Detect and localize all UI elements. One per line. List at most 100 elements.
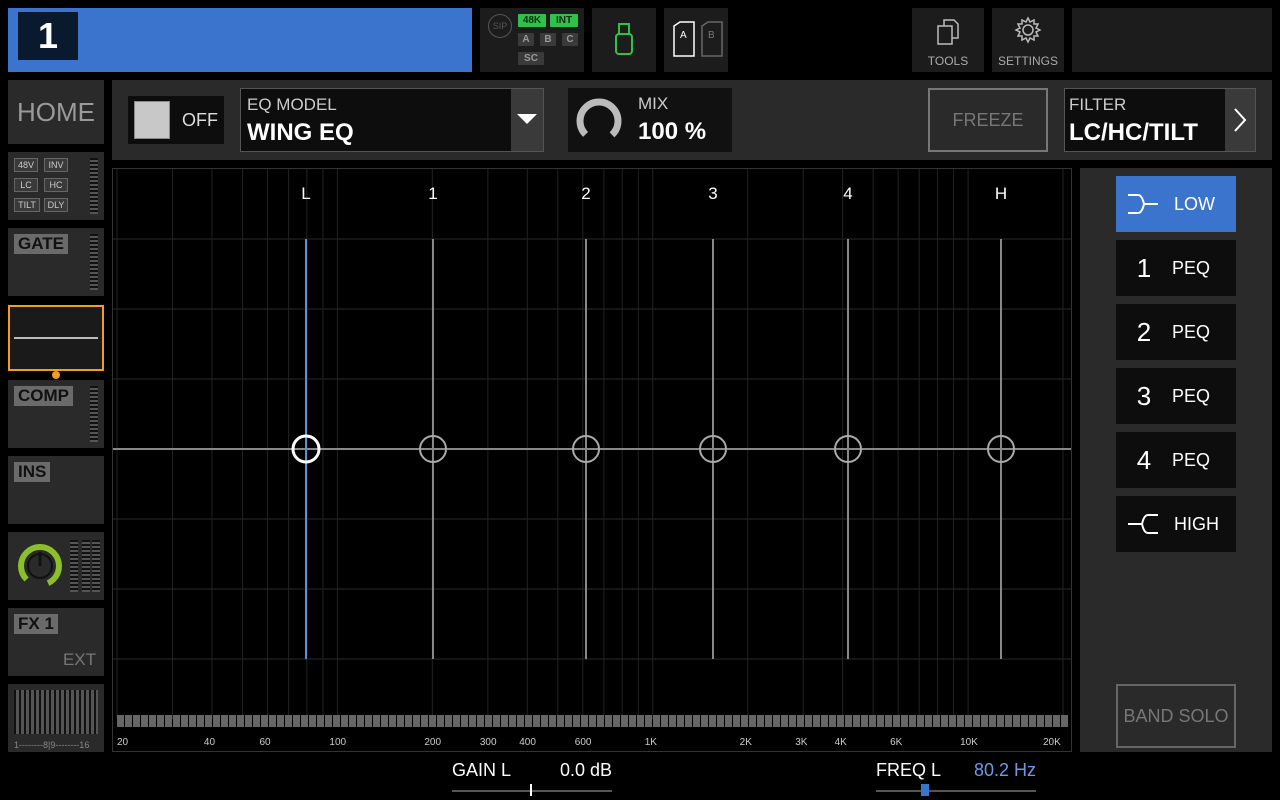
gate-block[interactable]: GATE — [8, 228, 104, 296]
eq-block[interactable] — [8, 305, 104, 371]
keyboard-key — [333, 715, 340, 727]
keyboard-key — [781, 715, 788, 727]
keyboard-key — [493, 715, 500, 727]
keyboard-key — [477, 715, 484, 727]
tools-button[interactable]: TOOLS — [912, 8, 984, 72]
keyboard-key — [413, 715, 420, 727]
high-shelf-icon — [1128, 514, 1158, 534]
filter-value: LC/HC/TILT — [1069, 119, 1198, 146]
keyboard-key — [357, 715, 364, 727]
keyboard-key — [933, 715, 940, 727]
freq-tick-label: 2K — [740, 737, 753, 748]
band-solo-button[interactable]: BAND SOLO — [1116, 684, 1236, 748]
comp-meter — [90, 386, 98, 442]
level-knob-icon — [18, 544, 62, 588]
eq-graph[interactable]: 20 40 60 100 200 300 400 600 1K 2K 3K 4K 6K 10K 20K L 1 2… — [112, 168, 1072, 752]
keyboard-key — [1021, 715, 1028, 727]
band-3-number: 3 — [1136, 380, 1152, 411]
card-slot-button[interactable]: A B — [664, 8, 728, 72]
keyboard-key — [861, 715, 868, 727]
keyboard-key — [773, 715, 780, 727]
filter-next-button[interactable] — [1225, 89, 1255, 151]
freeze-button[interactable]: FREEZE — [928, 88, 1048, 152]
bus-sends-block[interactable]: 1--------8|9--------16 — [8, 684, 104, 752]
keyboard-key — [965, 715, 972, 727]
keyboard-key — [309, 715, 316, 727]
settings-button[interactable]: SETTINGS — [992, 8, 1064, 72]
band-high-button[interactable]: HIGH — [1116, 496, 1236, 552]
fx-label: FX 1 — [14, 614, 58, 634]
gain-slider-thumb[interactable] — [530, 784, 532, 796]
gate-label: GATE — [14, 234, 68, 254]
keyboard-key — [541, 715, 548, 727]
home-button[interactable]: HOME — [8, 80, 104, 144]
freq-tick-label: 40 — [204, 737, 216, 748]
keyboard-key — [301, 715, 308, 727]
bus-meters — [14, 690, 98, 734]
preamp-block[interactable]: 48V INV LC HC TILT DLY — [8, 152, 104, 220]
freq-tick-label: 200 — [424, 737, 441, 748]
keyboard-key — [1061, 715, 1068, 727]
band-1-button[interactable]: 1 PEQ — [1116, 240, 1236, 296]
keyboard-key — [173, 715, 180, 727]
keyboard-key — [205, 715, 212, 727]
freq-slider-track[interactable] — [876, 790, 1036, 792]
mix-control[interactable]: MIX 100 % — [568, 88, 732, 152]
keyboard-key — [293, 715, 300, 727]
filter-select[interactable]: FILTER LC/HC/TILT — [1064, 88, 1256, 152]
keyboard-key — [469, 715, 476, 727]
eq-graph-canvas[interactable]: 20 40 60 100 200 300 400 600 1K 2K 3K 4K 6K 10K 20K L 1 2… — [113, 169, 1071, 751]
keyboard-key — [221, 715, 228, 727]
gain-value: 0.0 dB — [559, 760, 612, 780]
keyboard-key — [1053, 715, 1060, 727]
keyboard-key — [197, 715, 204, 727]
keyboard-key — [165, 715, 172, 727]
keyboard-key — [533, 715, 540, 727]
input-meter — [90, 158, 98, 214]
band-3-type: PEQ — [1172, 385, 1211, 406]
keyboard-key — [837, 715, 844, 727]
keyboard-key — [589, 715, 596, 727]
gain-label: GAIN L — [452, 760, 512, 780]
band-3-button[interactable]: 3 PEQ — [1116, 368, 1236, 424]
keyboard-key — [373, 715, 380, 727]
sip-status-panel[interactable]: SIP 48K INT A B C SC — [480, 8, 584, 72]
insert-block[interactable]: INS — [8, 456, 104, 524]
keyboard-key — [125, 715, 132, 727]
keyboard-key — [909, 715, 916, 727]
keyboard-key — [285, 715, 292, 727]
compressor-block[interactable]: COMP — [8, 380, 104, 448]
keyboard-key — [741, 715, 748, 727]
eq-model-caption: EQ MODEL — [247, 95, 337, 114]
eq-on-off-toggle[interactable]: OFF — [128, 96, 224, 144]
gain-param[interactable]: GAIN L 0.0 dB — [452, 756, 612, 796]
settings-label: SETTINGS — [997, 54, 1058, 68]
eq-model-select[interactable]: EQ MODEL WING EQ — [240, 88, 544, 152]
mix-value: 100 % — [638, 118, 707, 145]
keyboard-key — [829, 715, 836, 727]
keyboard-key — [245, 715, 252, 727]
dropdown-arrow[interactable] — [511, 89, 543, 151]
keyboard-key — [637, 715, 644, 727]
fx-block[interactable]: FX 1 EXT — [8, 608, 104, 676]
band-low-button[interactable]: LOW — [1116, 176, 1236, 232]
keyboard-key — [565, 715, 572, 727]
card-slot-b-label: B — [708, 30, 715, 41]
keyboard-key — [693, 715, 700, 727]
hc-tag: HC — [44, 178, 68, 192]
keyboard-key — [709, 715, 716, 727]
band-2-button[interactable]: 2 PEQ — [1116, 304, 1236, 360]
band-4-button[interactable]: 4 PEQ — [1116, 432, 1236, 488]
freq-tick-label: 600 — [575, 737, 592, 748]
keyboard-key — [405, 715, 412, 727]
freq-slider-thumb[interactable] — [921, 784, 929, 796]
keyboard-key — [949, 715, 956, 727]
fader-block[interactable] — [8, 532, 104, 600]
freq-param[interactable]: FREQ L 80.2 Hz — [876, 756, 1036, 796]
band-select-panel: LOW 1 PEQ 2 PEQ 3 PEQ 4 PEQ HIGH BAND SO… — [1080, 168, 1272, 752]
chevron-down-icon — [517, 114, 537, 124]
48v-tag: 48V — [14, 158, 38, 172]
usb-button[interactable] — [592, 8, 656, 72]
keyboard-key — [397, 715, 404, 727]
gain-slider-track[interactable] — [452, 790, 612, 792]
